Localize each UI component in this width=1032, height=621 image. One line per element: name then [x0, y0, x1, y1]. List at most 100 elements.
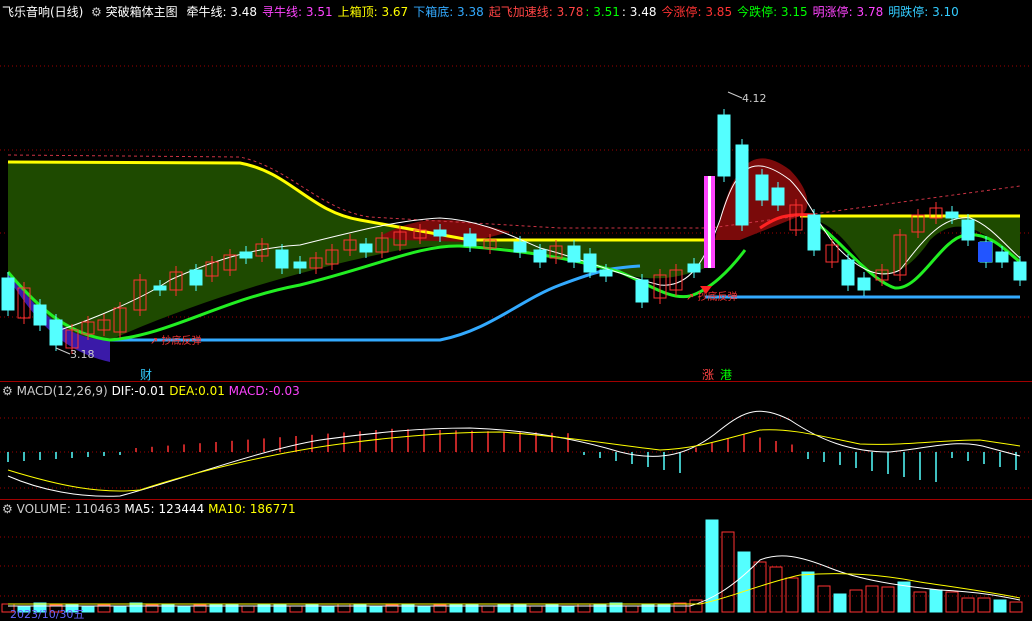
indicator-item-2: 上箱顶: 3.67 [337, 5, 409, 19]
volume-bar [769, 566, 783, 613]
indicator-item-5: : 3.51 [585, 5, 620, 19]
candlestick [687, 263, 701, 273]
volume-toggle-icon[interactable]: ⚙ [2, 502, 13, 516]
event-mark-1: 涨 [702, 367, 714, 382]
volume-bar [529, 605, 543, 613]
candlestick [275, 249, 289, 269]
high-price-pointer [727, 91, 743, 99]
ma10-label: MA10: [208, 502, 246, 516]
dea-label: DEA: [169, 384, 199, 398]
volume-bar [913, 591, 927, 613]
volume-bar [993, 599, 1007, 613]
volume-bar [161, 603, 175, 613]
indicator-item-7: 今涨停: 3.85 [661, 5, 733, 19]
volume-bar [849, 589, 863, 613]
volume-bar [801, 571, 815, 613]
macd-header: ⚙ MACD(12,26,9) DIF:-0.01 DEA:0.01 MACD:… [2, 381, 300, 401]
indicator-item-9: 明涨停: 3.78 [812, 5, 884, 19]
stock-title[interactable]: 飞乐音响(日线) [2, 5, 83, 19]
price-chart[interactable]: 4.12 3.18 ↗ 抄底反弹 ↗ 抄底反弹财 涨港 [0, 22, 1032, 382]
volume-value: 110463 [74, 502, 121, 516]
ma10-value: 186771 [249, 502, 296, 516]
macd-chart[interactable] [0, 400, 1032, 498]
settings-gear-icon[interactable]: ⚙ [87, 5, 102, 19]
candlestick [841, 259, 855, 286]
candlestick [717, 114, 731, 177]
candlestick [293, 261, 307, 269]
candlestick [995, 251, 1009, 263]
candlestick [567, 245, 581, 263]
candlestick [857, 277, 871, 291]
indicator-item-8: 今跌停: 3.15 [737, 5, 808, 19]
indicator-item-6: : 3.48 [621, 5, 657, 19]
volume-ma5-line [8, 555, 1021, 607]
candlestick [771, 187, 785, 206]
dea-line [7, 429, 1021, 492]
candlestick [599, 269, 613, 277]
macd-value: -0.03 [268, 384, 300, 398]
ma5-value: 123444 [158, 502, 205, 516]
signal-label: ↗ 抄底反弹 [150, 334, 202, 347]
volume-chart[interactable] [0, 518, 1032, 619]
low-price-pointer [55, 347, 71, 355]
low-price-label: 3.18 [70, 348, 95, 361]
volume-bar [1009, 601, 1023, 613]
high-price-label: 4.12 [742, 92, 767, 105]
volume-bar [289, 605, 303, 613]
highlight-candle [978, 242, 992, 262]
dif-value: -0.01 [134, 384, 166, 398]
candlestick [33, 304, 47, 326]
event-mark-0: 财 [140, 368, 152, 382]
volume-bar [657, 603, 671, 613]
candlestick [635, 279, 649, 303]
indicator-name[interactable]: 突破箱体主图 [106, 5, 178, 19]
volume-header: ⚙ VOLUME: 110463 MA5: 123444 MA10: 18677… [2, 499, 296, 519]
box-area [8, 162, 705, 340]
macd-toggle-icon[interactable]: ⚙ [2, 384, 13, 398]
dif-label: DIF: [111, 384, 135, 398]
volume-bar [417, 605, 431, 613]
volume-bar [929, 589, 943, 613]
candlestick [513, 241, 527, 253]
stock-chart-window[interactable]: 飞乐音响(日线) ⚙ 突破箱体主图 牵牛线: 3.48 寻牛线: 3.51 上箱顶:… [0, 0, 1032, 620]
volume-bar [241, 605, 255, 613]
indicator-item-0: 牵牛线: 3.48 [186, 5, 258, 19]
volume-bar [737, 551, 751, 613]
signal-label: ↗ 抄底反弹 [686, 290, 738, 303]
volume-bar [689, 599, 703, 613]
candlestick [433, 229, 447, 237]
main-chart-header: 飞乐音响(日线) ⚙ 突破箱体主图 牵牛线: 3.48 寻牛线: 3.51 上箱顶:… [2, 2, 959, 22]
indicator-item-1: 寻牛线: 3.51 [262, 5, 333, 19]
breakout-bar-core [708, 176, 711, 268]
macd-name[interactable]: MACD(12,26,9) [17, 384, 108, 398]
candlestick [735, 144, 749, 226]
volume-bar [369, 605, 383, 613]
candlestick [961, 219, 975, 241]
volume-bar [881, 586, 895, 613]
volume-bar [817, 585, 831, 613]
volume-bar [705, 519, 719, 613]
volume-bar [513, 603, 527, 613]
volume-ma10-line [8, 573, 1021, 605]
candlestick [1013, 261, 1027, 281]
candlestick [189, 269, 203, 286]
volume-bar [481, 605, 495, 613]
volume-bar [961, 597, 975, 613]
volume-bar [209, 603, 223, 613]
candlestick [807, 214, 821, 251]
indicator-values: 牵牛线: 3.48 寻牛线: 3.51 上箱顶: 3.67 下箱底: 3.38 起飞加速… [181, 5, 958, 19]
volume-bar [977, 597, 991, 613]
volume-name[interactable]: VOLUME: [17, 502, 71, 516]
indicator-item-3: 下箱底: 3.38 [413, 5, 484, 19]
volume-bar [337, 603, 351, 613]
volume-bar [257, 603, 271, 613]
volume-bar [401, 603, 415, 613]
event-mark-2: 港 [720, 368, 732, 382]
ma5-label: MA5: [124, 502, 155, 516]
volume-bar [321, 605, 335, 613]
candlestick [1, 277, 15, 311]
candlestick [755, 174, 769, 201]
volume-bar [449, 603, 463, 613]
macd-label: MACD: [228, 384, 269, 398]
volume-bar [945, 591, 959, 613]
